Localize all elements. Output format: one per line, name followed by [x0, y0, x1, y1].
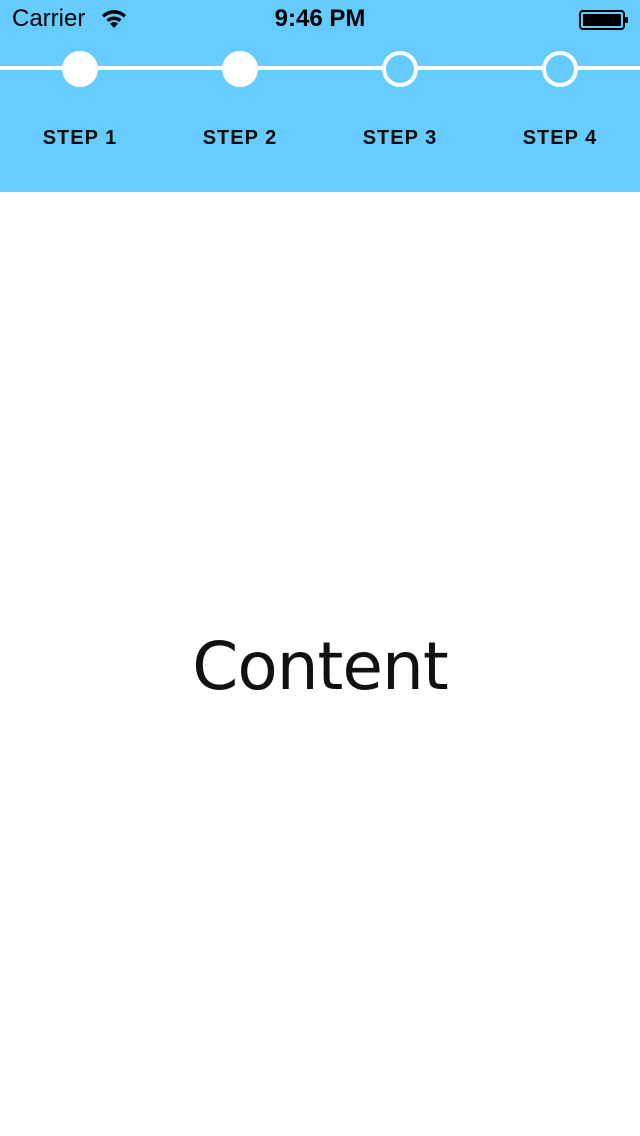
step-indicator-pending [382, 51, 418, 87]
screen: Carrier 9:46 PM STEP 1 STEP 2 STEP 3 STEP 4… [0, 0, 640, 1136]
step-3[interactable]: STEP 3 [320, 0, 480, 192]
step-indicator-pending [542, 51, 578, 87]
step-2[interactable]: STEP 2 [160, 0, 320, 192]
step-label: STEP 3 [362, 127, 438, 149]
step-1[interactable]: STEP 1 [0, 0, 160, 192]
step-indicator-completed [222, 51, 258, 87]
step-label: STEP 1 [42, 127, 118, 149]
step-label: STEP 2 [202, 127, 278, 149]
step-4[interactable]: STEP 4 [480, 0, 640, 192]
step-label: STEP 4 [522, 127, 598, 149]
stepper-header: Carrier 9:46 PM STEP 1 STEP 2 STEP 3 STEP 4 [0, 0, 640, 192]
content-placeholder: Content [192, 628, 449, 705]
step-indicator-completed [62, 51, 98, 87]
